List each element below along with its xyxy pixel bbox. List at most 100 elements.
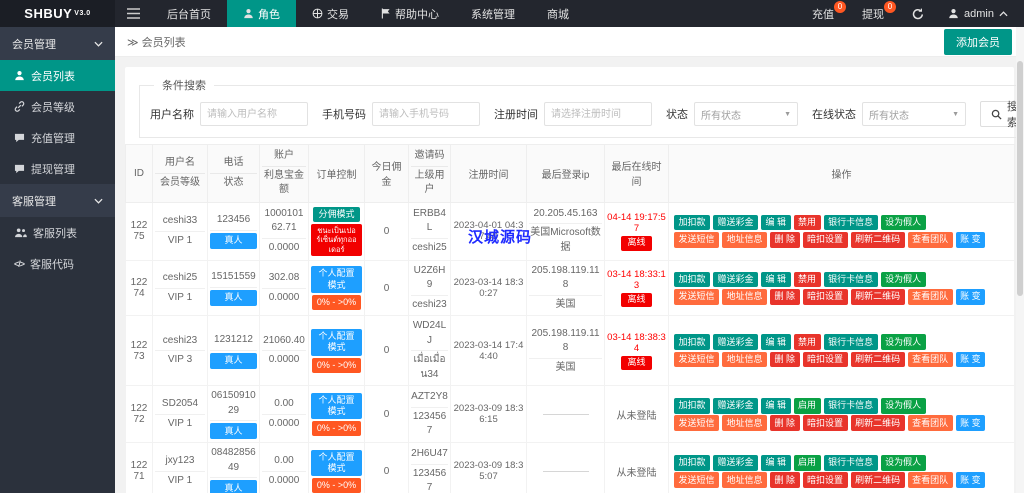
op-button[interactable]: 设为假人: [881, 215, 926, 231]
op-button[interactable]: 银行卡信息: [824, 334, 878, 350]
op-button[interactable]: 删 除: [770, 415, 800, 431]
op-button[interactable]: 发送短信: [674, 415, 719, 431]
op-button[interactable]: 刷新二维码: [851, 472, 905, 488]
op-button[interactable]: 禁用: [794, 215, 821, 231]
op-button[interactable]: 设为假人: [881, 455, 926, 471]
op-button[interactable]: 刷新二维码: [851, 415, 905, 431]
op-button[interactable]: 发送短信: [674, 232, 719, 248]
status-select[interactable]: 所有状态 ▼: [694, 102, 798, 126]
op-button[interactable]: 删 除: [770, 352, 800, 368]
op-button[interactable]: 查看团队: [908, 289, 953, 305]
hamburger-menu-icon[interactable]: [115, 0, 151, 27]
scrollbar-thumb[interactable]: [1017, 61, 1023, 296]
op-button[interactable]: 编 辑: [761, 455, 791, 471]
nav-item[interactable]: 交易: [296, 0, 365, 27]
op-button[interactable]: 启用: [794, 398, 821, 414]
add-member-button[interactable]: 添加会员: [944, 29, 1012, 55]
op-button[interactable]: 查看团队: [908, 232, 953, 248]
op-button[interactable]: 银行卡信息: [824, 455, 878, 471]
op-button[interactable]: 暗扣设置: [803, 232, 848, 248]
op-button[interactable]: 刷新二维码: [851, 352, 905, 368]
op-button[interactable]: 加扣款: [674, 398, 710, 414]
order-submode-badge[interactable]: 0% - >0%: [312, 295, 361, 310]
op-button[interactable]: 加扣款: [674, 455, 710, 471]
op-button[interactable]: 编 辑: [761, 215, 791, 231]
op-button[interactable]: 账 变: [956, 232, 986, 248]
order-submode-badge[interactable]: 0% - >0%: [312, 358, 361, 373]
sidebar-item[interactable]: 客服列表: [0, 217, 115, 248]
op-button[interactable]: 删 除: [770, 232, 800, 248]
order-submode-badge[interactable]: ชนะเป็นเปอร์เซ็นต์ทุกออเดอร์: [311, 224, 362, 256]
op-button[interactable]: 赠送彩金: [713, 215, 758, 231]
username-input[interactable]: [200, 102, 308, 126]
quick-link[interactable]: 充值0: [798, 0, 848, 27]
op-button[interactable]: 刷新二维码: [851, 289, 905, 305]
op-button[interactable]: 查看团队: [908, 352, 953, 368]
op-button[interactable]: 查看团队: [908, 472, 953, 488]
sidebar-item[interactable]: 提现管理: [0, 153, 115, 184]
op-button[interactable]: 地址信息: [722, 352, 767, 368]
op-button[interactable]: 设为假人: [881, 398, 926, 414]
op-button[interactable]: 加扣款: [674, 334, 710, 350]
op-button[interactable]: 删 除: [770, 472, 800, 488]
op-button[interactable]: 查看团队: [908, 415, 953, 431]
sidebar-item[interactable]: 会员等级: [0, 91, 115, 122]
op-button[interactable]: 银行卡信息: [824, 215, 878, 231]
op-button[interactable]: 赠送彩金: [713, 272, 758, 288]
user-menu[interactable]: admin: [938, 0, 1024, 27]
op-button[interactable]: 发送短信: [674, 289, 719, 305]
op-button[interactable]: 发送短信: [674, 472, 719, 488]
order-mode-badge[interactable]: 个人配置模式: [311, 266, 362, 293]
op-button[interactable]: 赠送彩金: [713, 455, 758, 471]
quick-link[interactable]: 提现0: [848, 0, 898, 27]
sidebar-group-header[interactable]: 会员管理: [0, 27, 115, 60]
op-button[interactable]: 赠送彩金: [713, 398, 758, 414]
op-button[interactable]: 银行卡信息: [824, 398, 878, 414]
phone-input[interactable]: [372, 102, 480, 126]
op-button[interactable]: 设为假人: [881, 272, 926, 288]
op-button[interactable]: 暗扣设置: [803, 415, 848, 431]
nav-item[interactable]: 角色: [227, 0, 296, 27]
op-button[interactable]: 地址信息: [722, 232, 767, 248]
nav-item[interactable]: 后台首页: [151, 0, 227, 27]
op-button[interactable]: 暗扣设置: [803, 352, 848, 368]
op-button[interactable]: 发送短信: [674, 352, 719, 368]
sidebar-item[interactable]: 会员列表: [0, 60, 115, 91]
op-button[interactable]: 加扣款: [674, 215, 710, 231]
op-button[interactable]: 账 变: [956, 352, 986, 368]
sidebar-group-header[interactable]: 客服管理: [0, 184, 115, 217]
op-button[interactable]: 编 辑: [761, 334, 791, 350]
order-mode-badge[interactable]: 个人配置模式: [311, 329, 362, 356]
op-button[interactable]: 地址信息: [722, 472, 767, 488]
op-button[interactable]: 加扣款: [674, 272, 710, 288]
op-button[interactable]: 编 辑: [761, 398, 791, 414]
nav-item[interactable]: 帮助中心: [365, 0, 455, 27]
nav-item[interactable]: 商城: [531, 0, 585, 27]
op-button[interactable]: 账 变: [956, 415, 986, 431]
op-button[interactable]: 设为假人: [881, 334, 926, 350]
sidebar-item[interactable]: 充值管理: [0, 122, 115, 153]
order-submode-badge[interactable]: 0% - >0%: [312, 478, 361, 493]
nav-item[interactable]: 系统管理: [455, 0, 531, 27]
op-button[interactable]: 删 除: [770, 289, 800, 305]
op-button[interactable]: 暗扣设置: [803, 472, 848, 488]
op-button[interactable]: 禁用: [794, 334, 821, 350]
op-button[interactable]: 禁用: [794, 272, 821, 288]
sidebar-item[interactable]: </>客服代码: [0, 248, 115, 279]
op-button[interactable]: 编 辑: [761, 272, 791, 288]
op-button[interactable]: 银行卡信息: [824, 272, 878, 288]
op-button[interactable]: 账 变: [956, 472, 986, 488]
vertical-scrollbar[interactable]: [1016, 27, 1024, 493]
online-select[interactable]: 所有状态 ▼: [862, 102, 966, 126]
op-button[interactable]: 地址信息: [722, 289, 767, 305]
op-button[interactable]: 赠送彩金: [713, 334, 758, 350]
op-button[interactable]: 启用: [794, 455, 821, 471]
op-button[interactable]: 暗扣设置: [803, 289, 848, 305]
order-mode-badge[interactable]: 个人配置模式: [311, 450, 362, 477]
op-button[interactable]: 刷新二维码: [851, 232, 905, 248]
order-submode-badge[interactable]: 0% - >0%: [312, 421, 361, 436]
op-button[interactable]: 账 变: [956, 289, 986, 305]
order-mode-badge[interactable]: 个人配置模式: [311, 393, 362, 420]
regtime-input[interactable]: [544, 102, 652, 126]
op-button[interactable]: 地址信息: [722, 415, 767, 431]
